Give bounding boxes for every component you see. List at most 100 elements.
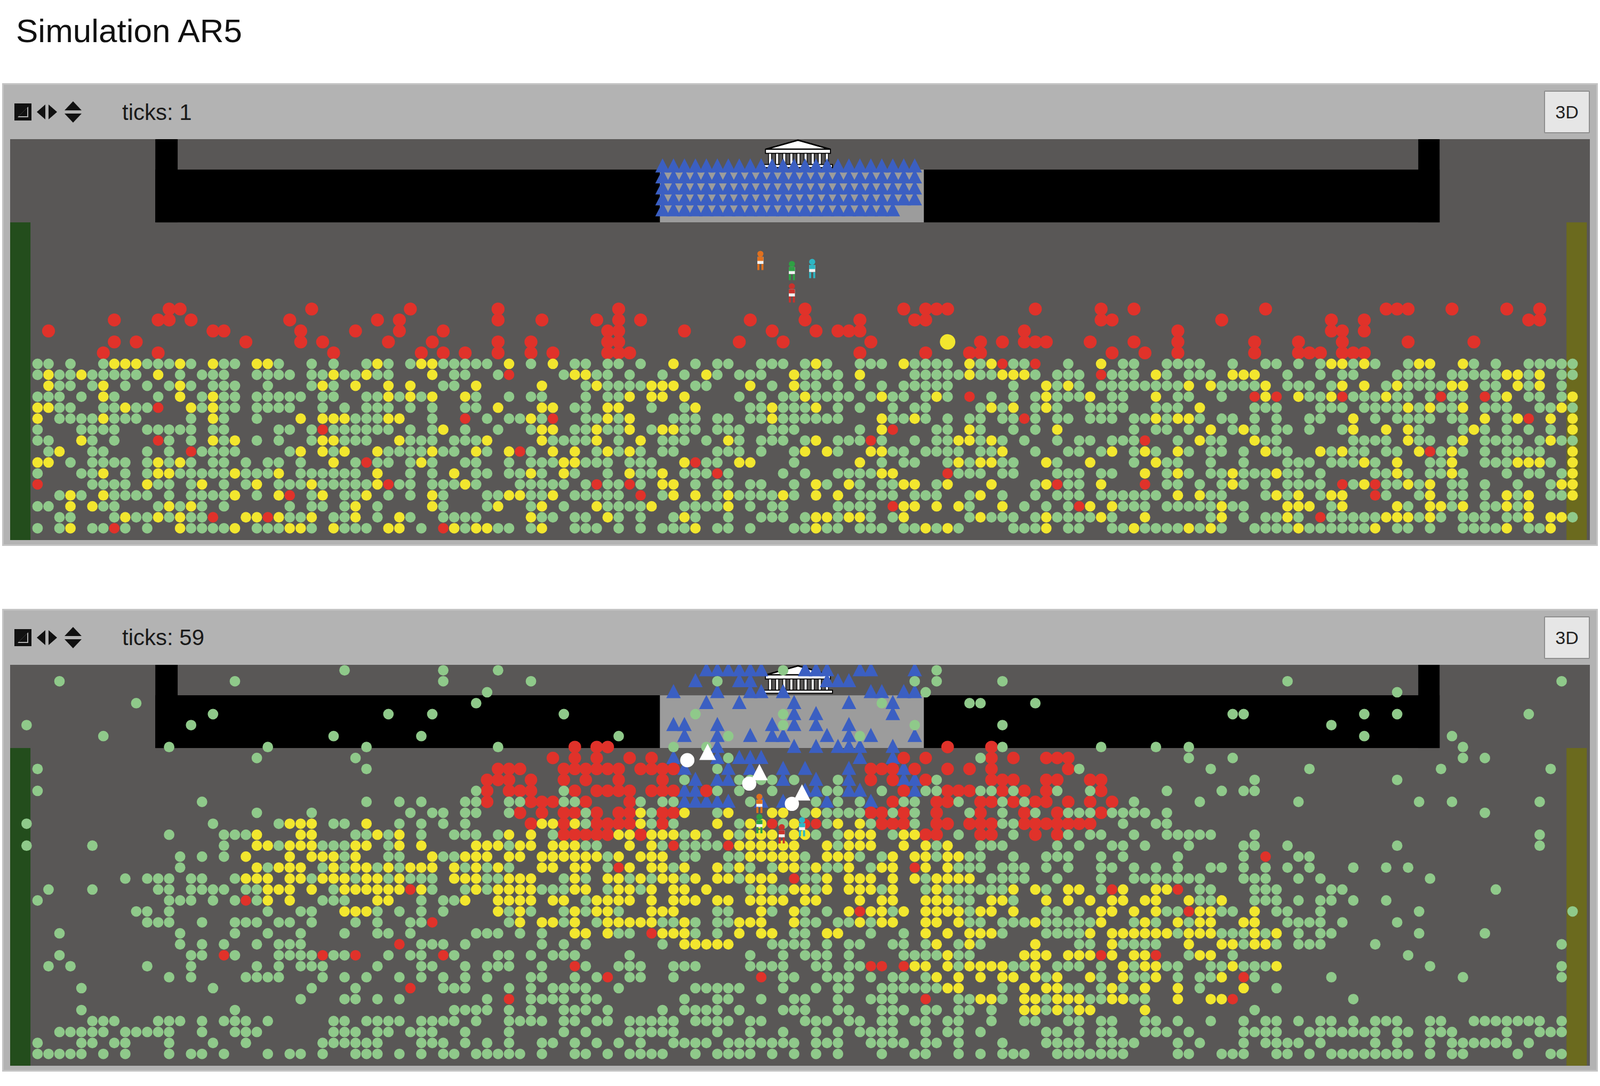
citizen-agent bbox=[875, 817, 889, 831]
citizen-agent bbox=[1392, 380, 1403, 392]
citizen-agent bbox=[1424, 512, 1436, 523]
citizen-agent bbox=[854, 523, 866, 534]
citizen-agent bbox=[886, 773, 900, 787]
citizen-agent bbox=[1457, 446, 1469, 458]
citizen-agent bbox=[207, 391, 219, 403]
vertical-arrows-icon[interactable] bbox=[64, 101, 82, 123]
citizen-agent bbox=[295, 391, 307, 403]
citizen-agent bbox=[1062, 413, 1074, 424]
citizen-agent bbox=[131, 512, 142, 523]
citizen-agent bbox=[800, 402, 811, 414]
citizen-agent bbox=[941, 817, 955, 831]
citizen-agent bbox=[1293, 358, 1304, 370]
citizen-agent bbox=[953, 435, 964, 446]
citizen-agent bbox=[218, 501, 230, 512]
citizen-agent bbox=[1490, 457, 1502, 469]
citizen-agent bbox=[821, 358, 833, 370]
citizen-agent bbox=[1567, 479, 1579, 491]
citizen-agent bbox=[514, 413, 526, 424]
citizen-agent bbox=[54, 413, 66, 424]
citizen-agent bbox=[1501, 413, 1512, 424]
citizen-agent bbox=[1128, 358, 1140, 370]
vertical-arrows-icon[interactable] bbox=[64, 627, 82, 649]
citizen-agent bbox=[1325, 358, 1337, 370]
citizen-agent bbox=[1523, 468, 1534, 479]
citizen-agent bbox=[481, 413, 493, 424]
horizontal-arrows-icon[interactable] bbox=[36, 630, 58, 646]
citizen-agent bbox=[558, 468, 570, 479]
citizen-agent bbox=[174, 358, 186, 370]
citizen-agent bbox=[1501, 490, 1512, 501]
citizen-agent bbox=[677, 324, 691, 338]
citizen-agent bbox=[580, 457, 591, 469]
citizen-agent bbox=[1051, 391, 1063, 403]
citizen-agent bbox=[350, 490, 362, 501]
citizen-agent bbox=[920, 391, 932, 403]
citizen-agent bbox=[1205, 380, 1216, 392]
citizen-agent bbox=[262, 402, 274, 414]
citizen-agent bbox=[97, 346, 110, 360]
citizen-agent bbox=[120, 490, 131, 501]
citizen-agent bbox=[1435, 391, 1447, 403]
horizontal-arrows-icon[interactable] bbox=[36, 104, 58, 120]
citizen-agent bbox=[668, 424, 679, 436]
citizen-agent bbox=[744, 313, 757, 327]
citizen-agent bbox=[624, 501, 636, 512]
police-agent bbox=[907, 191, 922, 206]
citizen-agent bbox=[65, 413, 76, 424]
citizen-agent bbox=[449, 523, 460, 534]
citizen-agent bbox=[65, 512, 76, 523]
citizen-agent bbox=[591, 435, 603, 446]
citizen-agent bbox=[108, 457, 120, 469]
citizen-agent bbox=[667, 785, 680, 798]
citizen-agent bbox=[986, 457, 997, 469]
citizen-agent bbox=[1062, 468, 1074, 479]
citizen-agent bbox=[865, 512, 877, 523]
citizen-agent bbox=[931, 479, 942, 491]
citizen-agent bbox=[295, 512, 307, 523]
citizen-agent bbox=[317, 435, 328, 446]
citizen-agent bbox=[273, 369, 285, 381]
zoom-icon[interactable] bbox=[14, 103, 32, 121]
citizen-agent bbox=[262, 391, 274, 403]
exit-strip bbox=[10, 748, 31, 1067]
citizen-agent bbox=[1534, 523, 1546, 534]
3d-button[interactable]: 3D bbox=[1544, 616, 1590, 660]
citizen-agent bbox=[547, 424, 559, 436]
citizen-agent bbox=[1501, 424, 1512, 436]
citizen-agent bbox=[613, 380, 624, 392]
citizen-agent bbox=[251, 479, 263, 491]
citizen-agent bbox=[732, 335, 746, 349]
citizen-agent bbox=[1183, 468, 1195, 479]
citizen-agent bbox=[381, 335, 395, 349]
citizen-agent bbox=[546, 795, 560, 809]
3d-button[interactable]: 3D bbox=[1544, 90, 1590, 134]
police-agent bbox=[797, 761, 813, 775]
citizen-agent bbox=[1457, 501, 1469, 512]
citizen-agent bbox=[557, 828, 571, 842]
citizen-agent bbox=[745, 457, 756, 469]
citizen-agent bbox=[723, 501, 734, 512]
citizen-agent bbox=[262, 523, 274, 534]
citizen-agent bbox=[1271, 523, 1283, 534]
citizen-agent bbox=[1501, 435, 1512, 446]
citizen-group bbox=[218, 818, 1271, 1005]
citizen-agent bbox=[657, 446, 668, 458]
citizen-agent bbox=[459, 435, 471, 446]
citizen-agent bbox=[120, 358, 131, 370]
citizen-agent bbox=[1545, 512, 1557, 523]
citizen-agent bbox=[1172, 391, 1184, 403]
citizen-agent bbox=[1446, 490, 1458, 501]
citizen-agent bbox=[1337, 402, 1348, 414]
citizen-agent bbox=[1512, 413, 1524, 424]
citizen-agent bbox=[326, 346, 340, 360]
citizen-agent bbox=[1424, 523, 1436, 534]
citizen-agent bbox=[32, 479, 44, 491]
citizen-agent bbox=[635, 523, 646, 534]
citizen-agent bbox=[1096, 380, 1107, 392]
citizen-agent bbox=[1249, 413, 1261, 424]
citizen-agent bbox=[153, 435, 164, 446]
zoom-icon[interactable] bbox=[14, 629, 32, 647]
citizen-agent bbox=[328, 446, 340, 458]
world-area bbox=[3, 139, 1597, 545]
